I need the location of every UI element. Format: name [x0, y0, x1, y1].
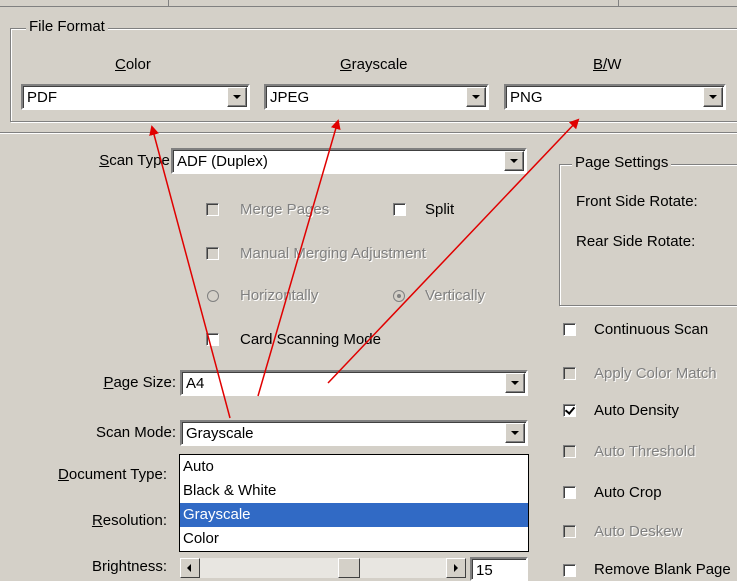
grayscale-format-label: Grayscale [340, 56, 408, 73]
front-rotate-label: Front Side Rotate: [576, 193, 698, 210]
page-settings-legend: Page Settings [572, 154, 672, 172]
top-divider-2 [618, 0, 737, 6]
scan-mode-option[interactable]: Auto [180, 455, 528, 479]
auto-deskew-label: Auto Deskew [594, 523, 683, 540]
scan-mode-dropdown[interactable]: Auto Black & White Grayscale Color [179, 454, 529, 552]
auto-deskew-checkbox[interactable] [563, 525, 576, 538]
manual-merging-checkbox[interactable] [206, 247, 219, 260]
arrow-left-icon[interactable] [180, 558, 200, 578]
manual-merging-label: Manual Merging Adjustment [240, 245, 426, 262]
auto-crop-checkbox[interactable] [563, 486, 576, 499]
chevron-down-icon[interactable] [227, 87, 247, 107]
chevron-down-icon[interactable] [505, 423, 525, 443]
scan-type-select[interactable]: ADF (Duplex) [171, 148, 527, 174]
apply-color-match-label: Apply Color Match [594, 365, 717, 382]
scan-mode-value: Grayscale [186, 425, 254, 442]
brightness-label: Brightness: [91, 558, 167, 575]
brightness-value: 15 [476, 562, 493, 579]
document-type-label: Document Type: [58, 466, 167, 483]
continuous-scan-label: Continuous Scan [594, 321, 709, 338]
chevron-down-icon[interactable] [504, 151, 524, 171]
color-format-value: PDF [27, 89, 57, 106]
slider-thumb[interactable] [338, 558, 360, 578]
brightness-value-field[interactable]: 15 [470, 557, 528, 581]
merge-pages-checkbox[interactable] [206, 203, 219, 216]
bw-format-select[interactable]: PNG [504, 84, 726, 110]
scan-type-label: Scan Type: [99, 152, 174, 169]
remove-blank-label: Remove Blank Page [594, 561, 731, 578]
scan-mode-option[interactable]: Black & White [180, 479, 528, 503]
top-divider-1 [168, 0, 169, 6]
remove-blank-checkbox[interactable] [563, 564, 576, 577]
merge-pages-label: Merge Pages [240, 201, 330, 218]
color-format-select[interactable]: PDF [21, 84, 250, 110]
split-checkbox[interactable] [393, 203, 406, 216]
page-size-value: A4 [186, 375, 205, 392]
scan-mode-label: Scan Mode: [95, 424, 176, 441]
vertically-label: Vertically [425, 287, 486, 304]
bw-format-label: B/W [593, 56, 622, 73]
page-size-select[interactable]: A4 [180, 370, 528, 396]
vertically-radio[interactable] [393, 290, 405, 302]
arrow-right-icon[interactable] [446, 558, 466, 578]
resolution-label: Resolution: [91, 512, 167, 529]
brightness-slider[interactable] [180, 558, 466, 578]
auto-density-checkbox[interactable] [563, 404, 576, 417]
bw-format-value: PNG [510, 89, 543, 106]
separator [0, 132, 737, 134]
file-format-legend: File Format [26, 18, 108, 36]
auto-crop-label: Auto Crop [594, 484, 662, 501]
card-scanning-label: Card Scanning Mode [240, 331, 381, 348]
grayscale-format-value: JPEG [270, 89, 310, 106]
rear-rotate-label: Rear Side Rotate: [576, 233, 696, 250]
split-label: Split [425, 201, 455, 218]
chevron-down-icon[interactable] [505, 373, 525, 393]
scan-type-value: ADF (Duplex) [177, 153, 268, 170]
auto-density-label: Auto Density [594, 402, 680, 419]
continuous-scan-checkbox[interactable] [563, 323, 576, 336]
color-format-label: Color [115, 56, 151, 73]
grayscale-format-select[interactable]: JPEG [264, 84, 489, 110]
card-scanning-checkbox[interactable] [206, 333, 219, 346]
horizontally-label: Horizontally [240, 287, 319, 304]
scan-mode-option-selected[interactable]: Grayscale [180, 503, 528, 527]
scan-mode-option[interactable]: Color [180, 527, 528, 551]
apply-color-match-checkbox[interactable] [563, 367, 576, 380]
chevron-down-icon[interactable] [703, 87, 723, 107]
page-size-label: Page Size: [103, 374, 176, 391]
horizontally-radio[interactable] [207, 290, 219, 302]
chevron-down-icon[interactable] [466, 87, 486, 107]
auto-threshold-label: Auto Threshold [594, 443, 696, 460]
auto-threshold-checkbox[interactable] [563, 445, 576, 458]
scan-mode-select[interactable]: Grayscale [180, 420, 528, 446]
